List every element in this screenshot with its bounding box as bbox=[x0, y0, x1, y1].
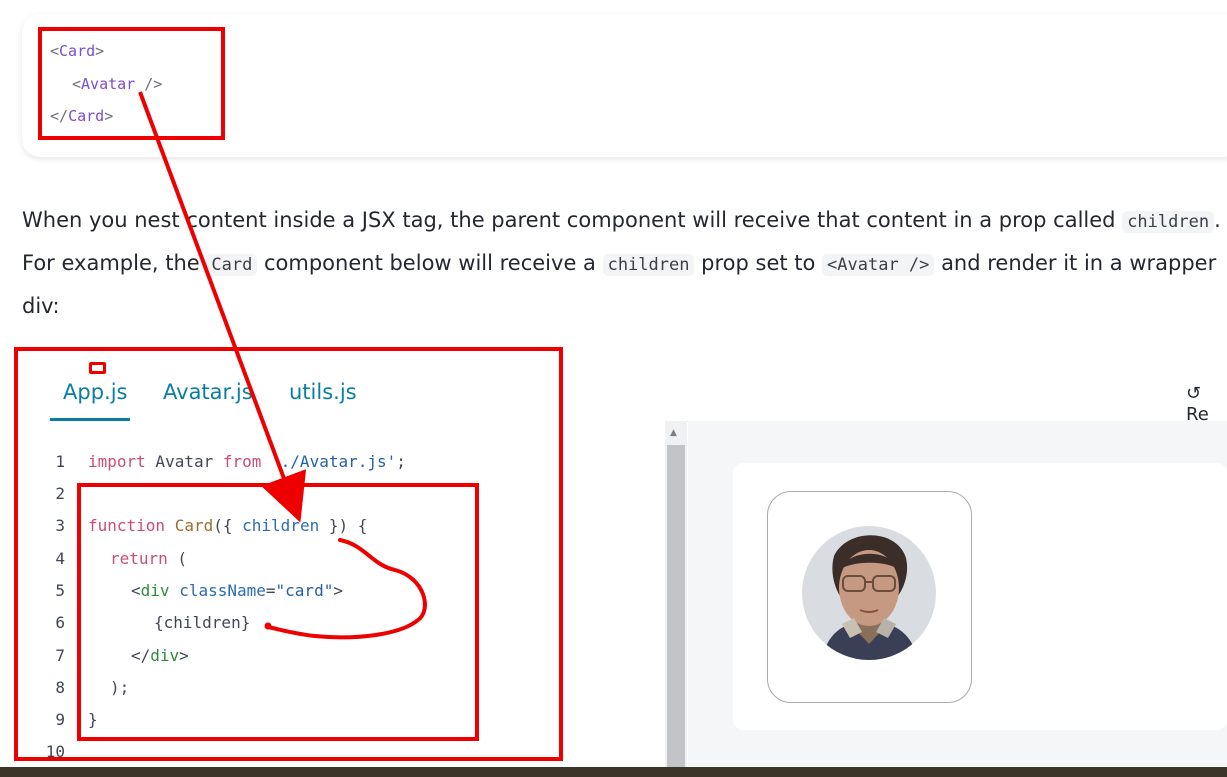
annotation-loop bbox=[266, 538, 427, 640]
annotation-drawings bbox=[138, 91, 427, 640]
annotation-dot bbox=[264, 622, 272, 630]
annotation-arrow bbox=[138, 91, 307, 523]
